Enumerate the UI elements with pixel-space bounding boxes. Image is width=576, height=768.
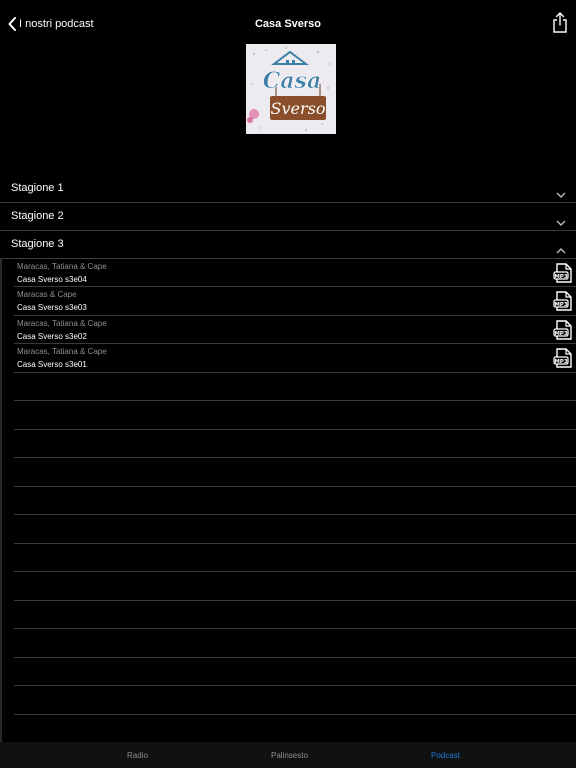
episode-row[interactable]: Maracas, Tatiana & Cape Casa Sverso s3e0… bbox=[0, 344, 576, 372]
episode-hosts: Maracas, Tatiana & Cape bbox=[17, 262, 107, 271]
chevron-down-icon bbox=[556, 185, 566, 203]
empty-row-divider bbox=[14, 628, 576, 629]
cover-title-line2: Sverso bbox=[271, 99, 326, 118]
tab-bar: Radio Palinsesto Podcast bbox=[0, 742, 576, 768]
season-label: Stagione 3 bbox=[11, 238, 64, 250]
empty-row-divider bbox=[14, 429, 576, 430]
tab-radio[interactable]: Radio bbox=[127, 751, 148, 760]
cover-title-line1: Casa bbox=[263, 68, 321, 94]
list-left-edge bbox=[0, 258, 2, 742]
season-label: Stagione 1 bbox=[11, 182, 64, 194]
season-row-1[interactable]: Stagione 1 bbox=[0, 174, 576, 202]
empty-row-divider bbox=[14, 543, 576, 544]
season-row-2[interactable]: Stagione 2 bbox=[0, 202, 576, 230]
tab-podcast[interactable]: Podcast bbox=[431, 751, 460, 760]
divider bbox=[14, 372, 576, 373]
empty-row-divider bbox=[14, 400, 576, 401]
svg-text:MP3: MP3 bbox=[554, 359, 568, 365]
tab-palinsesto[interactable]: Palinsesto bbox=[271, 751, 308, 760]
episode-hosts: Maracas, Tatiana & Cape bbox=[17, 319, 107, 328]
svg-text:MP3: MP3 bbox=[554, 274, 568, 280]
empty-row-divider bbox=[14, 714, 576, 715]
mp3-file-icon[interactable]: MP3 bbox=[553, 263, 573, 288]
share-icon bbox=[552, 12, 568, 38]
mp3-file-icon[interactable]: MP3 bbox=[553, 320, 573, 345]
svg-text:MP3: MP3 bbox=[554, 331, 568, 337]
mp3-file-icon[interactable]: MP3 bbox=[553, 291, 573, 316]
episode-hosts: Maracas & Cape bbox=[17, 290, 77, 299]
empty-row-divider bbox=[14, 514, 576, 515]
chevron-down-icon bbox=[556, 213, 566, 231]
share-button[interactable] bbox=[552, 12, 568, 39]
svg-text:MP3: MP3 bbox=[554, 302, 568, 308]
empty-row-divider bbox=[14, 685, 576, 686]
episode-row[interactable]: Maracas, Tatiana & Cape Casa Sverso s3e0… bbox=[0, 259, 576, 287]
empty-row-divider bbox=[14, 486, 576, 487]
chevron-up-icon bbox=[556, 241, 566, 259]
podcast-cover: Casa Sverso bbox=[246, 44, 336, 134]
episode-row[interactable]: Maracas & Cape Casa Sverso s3e03 MP3 bbox=[0, 287, 576, 315]
season-row-3[interactable]: Stagione 3 bbox=[0, 230, 576, 258]
empty-row-divider bbox=[14, 657, 576, 658]
episode-row[interactable]: Maracas, Tatiana & Cape Casa Sverso s3e0… bbox=[0, 316, 576, 344]
empty-row-divider bbox=[14, 571, 576, 572]
mp3-file-icon[interactable]: MP3 bbox=[553, 348, 573, 373]
episode-hosts: Maracas, Tatiana & Cape bbox=[17, 347, 107, 356]
empty-row-divider bbox=[14, 600, 576, 601]
episode-title: Casa Sverso s3e03 bbox=[17, 303, 87, 312]
episode-title: Casa Sverso s3e01 bbox=[17, 360, 87, 369]
episode-title: Casa Sverso s3e02 bbox=[17, 332, 87, 341]
season-label: Stagione 2 bbox=[11, 210, 64, 222]
navigation-bar: I nostri podcast Casa Sverso bbox=[0, 0, 576, 46]
page-title: Casa Sverso bbox=[254, 18, 322, 30]
empty-row-divider bbox=[14, 457, 576, 458]
episode-title: Casa Sverso s3e04 bbox=[17, 275, 87, 284]
